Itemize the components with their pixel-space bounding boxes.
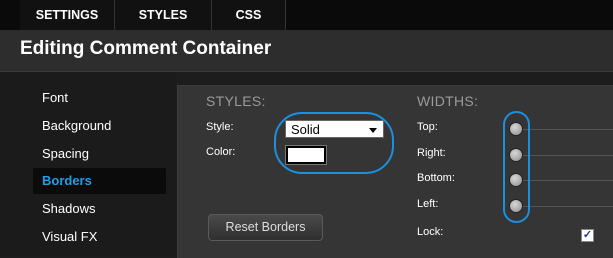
highlight-ring-style xyxy=(274,112,394,174)
sidebar-item-shadows[interactable]: Shadows xyxy=(33,196,166,222)
width-left-label: Left: xyxy=(417,198,439,210)
sidebar-item-visual-fx[interactable]: Visual FX xyxy=(33,224,166,250)
highlight-ring-widths xyxy=(503,111,530,223)
tab-bar: SETTINGS STYLES CSS xyxy=(0,0,613,31)
width-top-label: Top: xyxy=(417,121,438,133)
width-left-track[interactable] xyxy=(517,206,613,207)
width-top-track[interactable] xyxy=(517,129,613,130)
sidebar-item-background[interactable]: Background xyxy=(33,113,166,139)
widths-section-title: WIDTHS: xyxy=(417,93,479,109)
style-label: Style: xyxy=(206,121,234,133)
sidebar-item-font[interactable]: Font xyxy=(33,85,166,111)
width-right-label: Right: xyxy=(417,147,446,159)
width-bottom-track[interactable] xyxy=(517,180,613,181)
sidebar-item-borders[interactable]: Borders xyxy=(33,168,166,194)
sidebar: Font Background Spacing Borders Shadows … xyxy=(0,72,176,257)
page-title: Editing Comment Container xyxy=(20,38,272,59)
tab-styles[interactable]: STYLES xyxy=(115,0,212,30)
width-bottom-label: Bottom: xyxy=(417,172,455,184)
checkmark-icon: ✓ xyxy=(582,229,593,241)
width-right-track[interactable] xyxy=(517,155,613,156)
page-header: Editing Comment Container xyxy=(0,31,613,72)
tab-css[interactable]: CSS xyxy=(212,0,286,30)
lock-checkbox[interactable]: ✓ xyxy=(581,229,594,242)
sidebar-item-spacing[interactable]: Spacing xyxy=(33,141,166,167)
lock-label: Lock: xyxy=(417,226,444,238)
color-label: Color: xyxy=(206,146,236,158)
reset-borders-button[interactable]: Reset Borders xyxy=(208,214,323,241)
styles-section-title: STYLES: xyxy=(206,93,266,109)
tab-settings[interactable]: SETTINGS xyxy=(20,0,115,30)
